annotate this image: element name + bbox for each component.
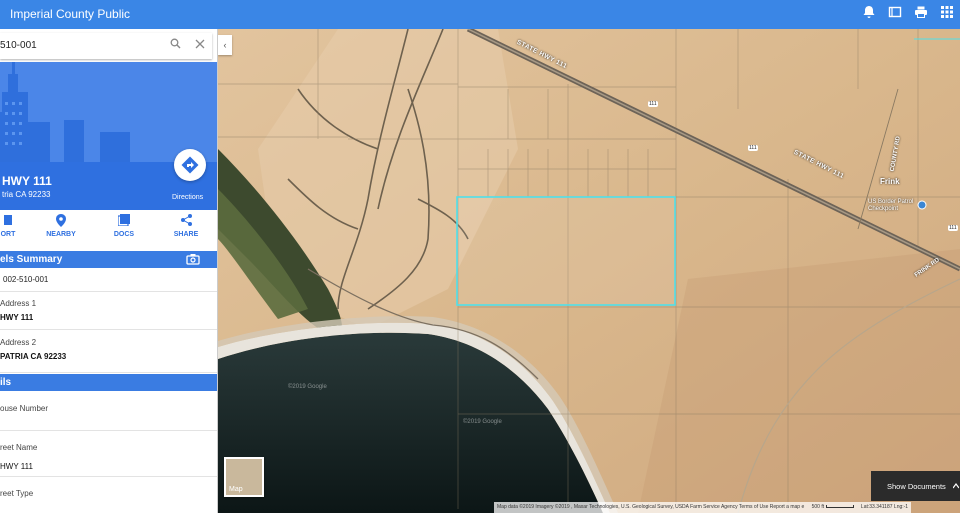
- section-title: ils: [0, 377, 12, 388]
- bell-icon[interactable]: [862, 5, 876, 19]
- property-street: HWY 111: [2, 174, 52, 188]
- nearby-label: NEARBY: [46, 231, 76, 238]
- report-icon: [0, 214, 28, 228]
- field-label: ouse Number: [0, 404, 49, 413]
- scale-bar: [825, 505, 854, 509]
- share-button[interactable]: SHARE: [166, 214, 206, 238]
- book-icon[interactable]: [888, 5, 902, 19]
- directions-label: Directions: [172, 194, 204, 201]
- field-value: HWY 111: [0, 462, 33, 471]
- field-value: PATRIA CA 92233: [0, 352, 67, 361]
- checkpoint-label: US Border Patrol Checkpoint: [868, 199, 914, 212]
- route-shield: 111: [948, 225, 958, 231]
- field-label: Address 1: [0, 299, 37, 308]
- chevron-up-icon: [953, 483, 959, 489]
- field-label: reet Name: [0, 443, 38, 452]
- details-row: reet Type: [0, 477, 217, 513]
- camera-icon[interactable]: [186, 252, 200, 266]
- property-city: tria CA 92233: [2, 190, 51, 199]
- top-app-bar: Imperial County Public: [0, 0, 960, 29]
- directions-icon: [181, 156, 199, 174]
- map-attribution: Map data ©2019 Imagery ©2019 , Maxar Tec…: [494, 502, 912, 513]
- field-label: Address 2: [0, 338, 37, 347]
- docs-icon: [104, 214, 144, 228]
- satellite-map[interactable]: STATE HWY 111 STATE HWY 111 111 111 111 …: [218, 29, 960, 513]
- attribution-text: Map data ©2019 Imagery ©2019 , Maxar Tec…: [497, 504, 805, 510]
- summary-row: 002-510-001: [0, 269, 217, 292]
- parcels-summary-header: els Summary: [0, 251, 217, 268]
- close-icon[interactable]: [195, 38, 205, 52]
- summary-row: Address 1 HWY 111: [0, 292, 217, 330]
- google-watermark: ©2019 Google: [288, 384, 327, 390]
- field-value: HWY 111: [0, 313, 34, 322]
- report-button[interactable]: ORT: [0, 214, 28, 238]
- map-type-toggle[interactable]: Map: [224, 457, 264, 497]
- details-header: ils: [0, 374, 217, 391]
- pin-icon: [41, 214, 81, 228]
- parcel-number: 002-510-001: [3, 275, 49, 284]
- summary-row: Address 2 PATRIA CA 92233: [0, 330, 217, 373]
- docs-button[interactable]: DOCS: [104, 214, 144, 238]
- directions-button[interactable]: [174, 149, 206, 181]
- share-label: SHARE: [173, 231, 199, 238]
- google-watermark: ©2019 Google: [463, 419, 502, 425]
- search-input[interactable]: 510-001: [0, 40, 37, 51]
- nearby-button[interactable]: NEARBY: [41, 214, 81, 238]
- map-scale: 500 ft: [812, 504, 855, 510]
- show-documents-label: Show Documents: [887, 482, 946, 491]
- details-row: reet Name HWY 111: [0, 431, 217, 477]
- docs-label: DOCS: [113, 231, 135, 238]
- search-bar[interactable]: 510-001: [0, 33, 212, 59]
- details-row: ouse Number: [0, 392, 217, 431]
- report-label: ORT: [0, 231, 16, 238]
- apps-grid-icon[interactable]: [940, 5, 954, 19]
- share-icon: [166, 214, 206, 228]
- search-icon[interactable]: [170, 38, 181, 52]
- route-shield: 111: [748, 145, 758, 151]
- scale-label: 500 ft: [811, 504, 825, 510]
- map-type-label: Map: [229, 486, 243, 493]
- print-icon[interactable]: [914, 5, 928, 19]
- parcel-info-panel: 510-001 HWY 111 tria CA 92233 Directions…: [0, 29, 218, 513]
- collapse-panel-button[interactable]: ‹: [218, 35, 232, 55]
- topbar-icons: [862, 5, 954, 19]
- section-title: els Summary: [0, 254, 63, 265]
- coordinate-readout: Lat:33.341187 Lng:-1: [860, 504, 909, 510]
- map-imagery: [218, 29, 960, 513]
- app-title: Imperial County Public: [10, 7, 131, 21]
- frink-place-label: Frink: [880, 177, 900, 186]
- show-documents-button[interactable]: Show Documents: [871, 471, 960, 501]
- action-bar: ORT NEARBY DOCS SHARE: [0, 210, 217, 250]
- route-shield: 111: [648, 101, 658, 107]
- field-label: reet Type: [0, 489, 34, 498]
